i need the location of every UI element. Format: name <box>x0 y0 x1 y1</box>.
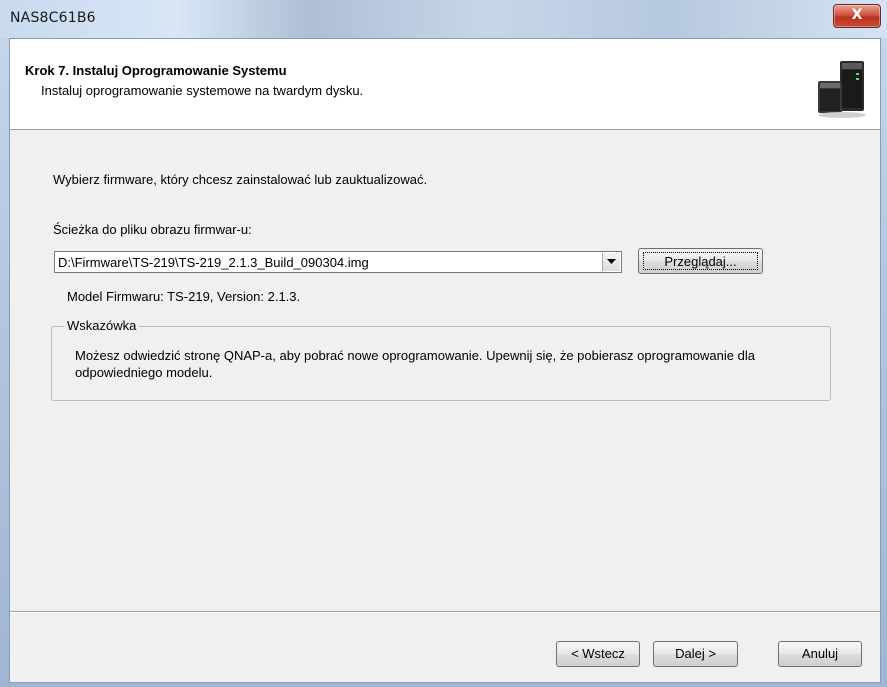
close-icon: X <box>851 7 863 23</box>
step-subtitle: Instaluj oprogramowanie systemowe na twa… <box>41 83 364 98</box>
close-button[interactable]: X <box>833 4 881 28</box>
step-title: Krok 7. Instaluj Oprogramowanie Systemu <box>25 63 287 78</box>
path-label: Ścieżka do pliku obrazu firmwar-u: <box>53 222 252 237</box>
firmware-path-combobox[interactable]: D:\Firmware\TS-219\TS-219_2.1.3_Build_09… <box>54 251 622 273</box>
firmware-model-info: Model Firmwaru: TS-219, Version: 2.1.3. <box>67 289 301 304</box>
installer-window: NAS8C61B6 X Krok 7. Instaluj Oprogramowa… <box>0 0 887 687</box>
firmware-path-value: D:\Firmware\TS-219\TS-219_2.1.3_Build_09… <box>58 255 369 270</box>
window-title: NAS8C61B6 <box>10 10 96 26</box>
nas-device-icon <box>818 61 866 118</box>
back-button[interactable]: < Wstecz <box>556 641 640 667</box>
cancel-button[interactable]: Anuluj <box>778 641 862 667</box>
footer-divider <box>10 611 880 613</box>
hint-title: Wskazówka <box>64 318 140 333</box>
title-bar[interactable]: NAS8C61B6 X <box>0 0 887 38</box>
chevron-down-icon <box>607 259 616 264</box>
wizard-header: Krok 7. Instaluj Oprogramowanie Systemu … <box>10 39 880 130</box>
wizard-body: Krok 7. Instaluj Oprogramowanie Systemu … <box>9 38 881 683</box>
browse-button[interactable]: Przeglądaj... <box>638 248 763 274</box>
instruction-text: Wybierz firmware, który chcesz zainstalo… <box>53 172 428 187</box>
browse-label: Przeglądaj... <box>643 252 758 270</box>
next-button[interactable]: Dalej > <box>653 641 738 667</box>
dropdown-button[interactable] <box>602 253 620 271</box>
hint-text: Możesz odwiedzić stronę QNAP-a, aby pobr… <box>75 348 755 380</box>
